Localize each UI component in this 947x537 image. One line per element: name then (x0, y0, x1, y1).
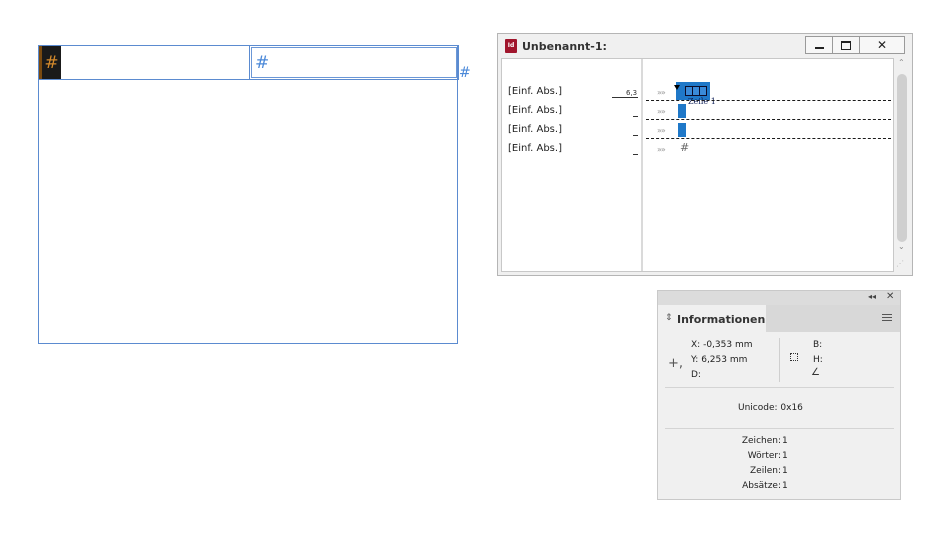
line-chevron: »» (657, 107, 666, 116)
section-separator (665, 428, 894, 429)
selected-hidden-character[interactable]: # (39, 46, 61, 79)
scrollbar-thumb[interactable] (897, 74, 907, 242)
row-separator (646, 100, 891, 101)
scroll-down-icon[interactable]: ⌄ (898, 242, 905, 251)
maximize-icon (841, 41, 851, 50)
paragraph-style-label: [Einf. Abs.] (508, 124, 562, 135)
depth-ruler (612, 97, 638, 98)
panel-tabbar: ⇕ Informationen (658, 305, 900, 332)
table-cell-2[interactable] (251, 47, 457, 78)
resize-grip-icon[interactable]: ⋰ (896, 259, 904, 268)
close-icon[interactable]: ✕ (886, 291, 894, 302)
tab-toggle-icon[interactable]: ⇕ (665, 313, 673, 323)
x-position-row: X: -0,353 mm (691, 340, 753, 350)
double-chevron-icon[interactable]: ◂◂ (868, 292, 876, 301)
text-frame[interactable] (38, 45, 458, 344)
close-button[interactable]: ✕ (859, 36, 905, 54)
b-label: B: (813, 340, 823, 350)
depth-marker (633, 154, 638, 155)
maximize-button[interactable] (832, 36, 860, 54)
paragraph-style-label: [Einf. Abs.] (508, 105, 562, 116)
unicode-label: Unicode: (738, 403, 778, 413)
y-position-row: Y: 6,253 mm (691, 355, 747, 365)
stat-value: 1 (782, 481, 788, 491)
scroll-up-icon[interactable]: ⌃ (898, 58, 905, 67)
vertical-scrollbar[interactable]: ⌃ ⌄ (895, 58, 909, 272)
cell-divider (249, 45, 250, 80)
minimize-icon (814, 46, 824, 49)
y-label: Y: (691, 355, 699, 365)
x-label: X: (691, 340, 701, 350)
stat-value: 1 (782, 451, 788, 461)
story-editor-body[interactable]: [Einf. Abs.] [Einf. Abs.] [Einf. Abs.] [… (501, 58, 894, 272)
panel-divider (779, 338, 780, 382)
table-icon[interactable] (685, 86, 707, 96)
line-chevron: »» (657, 88, 666, 97)
stat-value: 1 (782, 466, 788, 476)
cell-marker[interactable] (678, 123, 686, 137)
minimize-button[interactable] (805, 36, 833, 54)
unicode-value: 0x16 (780, 403, 803, 413)
crosshair-icon: +, (668, 356, 684, 371)
line-chevron: »» (657, 145, 666, 154)
stat-label: Wörter: (747, 451, 781, 461)
table-expand-arrow[interactable] (674, 85, 680, 90)
tab-informationen[interactable]: ⇕ Informationen (658, 305, 766, 332)
story-editor-window: Id Unbenannt-1: ✕ [Einf. Abs.] [Einf. Ab… (497, 33, 913, 276)
angle-icon: ∠ (811, 367, 820, 378)
end-of-story-character: # (459, 65, 471, 81)
bounding-box-icon (790, 353, 798, 361)
hamburger-menu-icon[interactable] (882, 314, 892, 323)
row-separator (646, 138, 891, 139)
close-icon: ✕ (876, 38, 888, 52)
line-chevron: »» (657, 126, 666, 135)
depth-marker (633, 135, 638, 136)
h-label: H: (813, 355, 823, 365)
table-row-label: Zeile 1 (688, 97, 716, 106)
stat-value: 1 (782, 436, 788, 446)
info-panel: ◂◂ ✕ ⇕ Informationen +, X: -0,353 mm Y: … (657, 290, 901, 500)
depth-ruler-value: 6,3 (626, 89, 638, 97)
x-value: -0,353 mm (703, 340, 753, 350)
paragraph-style-label: [Einf. Abs.] (508, 86, 562, 97)
stat-label: Zeichen: (741, 436, 781, 446)
y-value: 6,253 mm (701, 355, 748, 365)
stat-label: Zeilen: (750, 466, 781, 476)
row-separator (646, 119, 891, 120)
panel-topbar[interactable]: ◂◂ ✕ (658, 291, 900, 305)
app-icon: Id (505, 39, 517, 53)
style-column: [Einf. Abs.] [Einf. Abs.] [Einf. Abs.] [… (502, 59, 643, 271)
depth-marker (633, 116, 638, 117)
section-separator (665, 387, 894, 388)
window-titlebar[interactable]: Id Unbenannt-1: ✕ (498, 34, 912, 58)
paragraph-style-label: [Einf. Abs.] (508, 143, 562, 154)
window-title: Unbenannt-1: (522, 40, 607, 53)
cell-marker[interactable] (678, 104, 686, 118)
d-label: D: (691, 370, 701, 380)
story-hidden-character: # (680, 141, 690, 154)
tab-label: Informationen (677, 313, 766, 326)
stat-label: Absätze: (742, 481, 781, 491)
cell2-hidden-character: # (255, 53, 270, 73)
unicode-row: Unicode: 0x16 (738, 403, 803, 413)
